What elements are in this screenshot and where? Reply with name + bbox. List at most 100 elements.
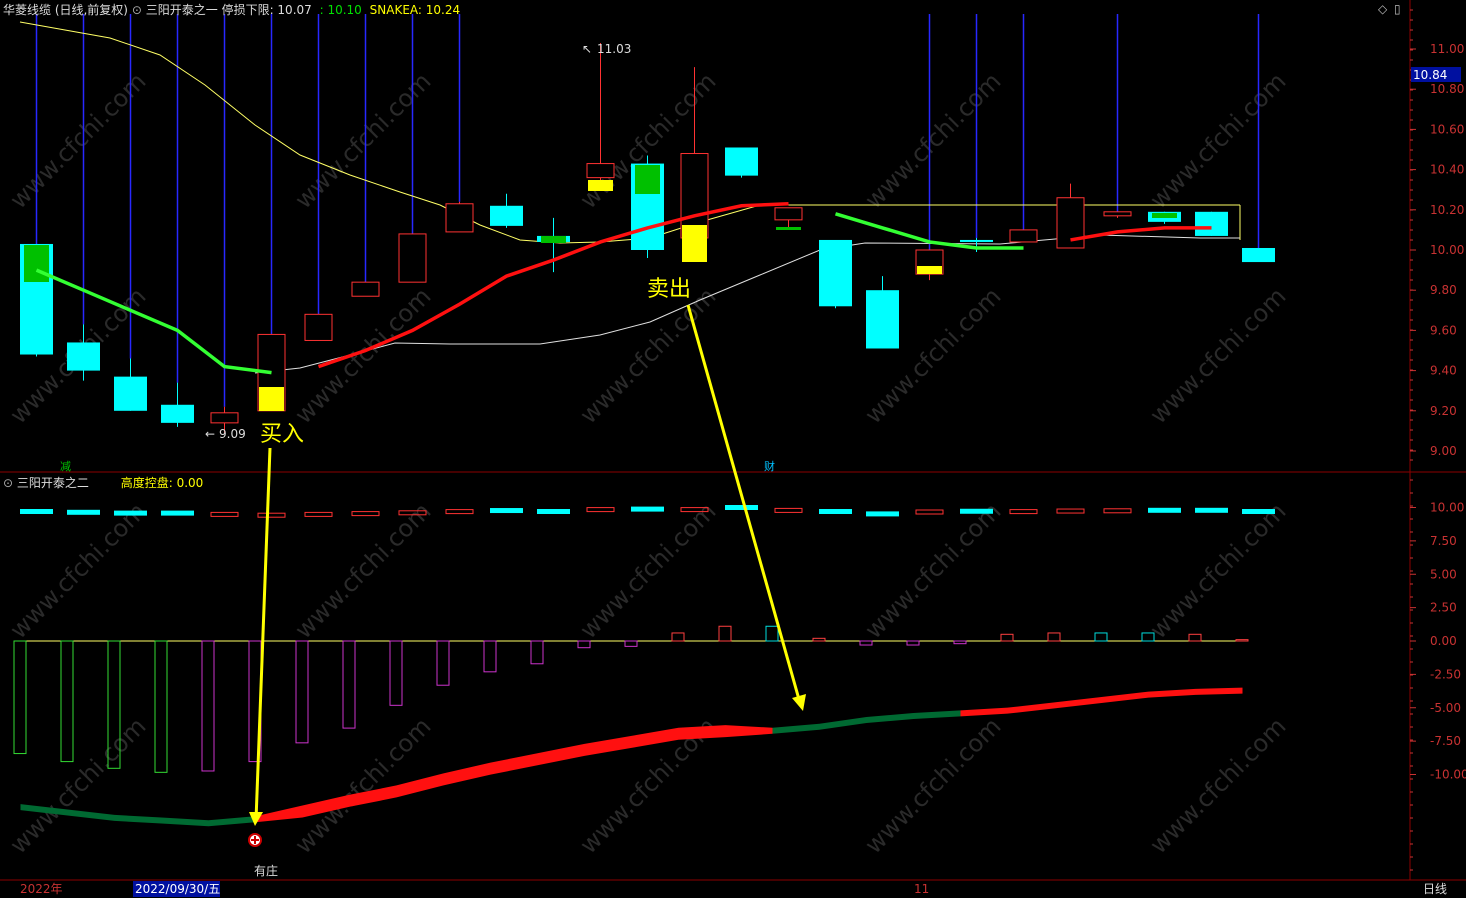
sub-mini-candle (631, 506, 664, 512)
snakea-label: SNAKEA: 10.24 (369, 3, 461, 17)
sub-mini-candle (586, 507, 615, 513)
high-marker: ↖ 11.03 (582, 42, 631, 56)
sub-histogram-bar (201, 640, 215, 772)
sub-histogram-bar (906, 640, 920, 646)
sub-mini-candle (161, 510, 194, 516)
candle-body-up (586, 163, 615, 179)
sub-histogram-bar (483, 640, 497, 673)
signal-block (259, 387, 284, 411)
signal-block (1152, 213, 1177, 218)
watermark-text: www.cfchi.com (4, 497, 151, 644)
candle-body-up (774, 207, 803, 221)
sub-indicator-axis: 10.00 7.50 5.00 2.50 0.00 -2.50 -5.00 -7.50 -10.… (1410, 479, 1466, 871)
sub-tick-label: -5.00 (1430, 701, 1461, 715)
sub-histogram-bar (1188, 633, 1202, 642)
sub-mini-candle (1009, 509, 1038, 515)
sub-mini-candle (114, 510, 147, 516)
watermark-text: www.cfchi.com (859, 497, 1006, 644)
sub-ribbon (960, 687, 1243, 717)
sub-mini-candle (1103, 508, 1132, 514)
sub-tick-label: -2.50 (1430, 667, 1461, 681)
candle-body-down (114, 376, 147, 411)
sell-label: 卖出 (647, 277, 691, 302)
stock-title: 华菱线缆 (日线,前复权) (3, 3, 128, 17)
sub-mini-candle (960, 508, 993, 514)
main-tick-label: 9.60 (1430, 323, 1457, 337)
event-jian[interactable]: 减 (60, 460, 71, 473)
sub-mini-candle (490, 508, 523, 514)
sub-mini-candle (1195, 507, 1228, 513)
kongpan-label: 高度控盘: 0.00 (120, 476, 204, 490)
sub-histogram-bar (1000, 633, 1014, 642)
sub-mini-candle (866, 511, 899, 517)
val2-label: : 10.10 (319, 3, 362, 17)
event-cai[interactable]: 财 (764, 459, 775, 473)
panel-toggle-icon[interactable]: ▯ (1394, 2, 1401, 16)
sub-mini-candle (257, 512, 286, 518)
candle-body-up (351, 281, 380, 297)
candle-body-down (960, 239, 993, 242)
sub-mini-candle (915, 509, 944, 515)
candle-body-up (304, 313, 333, 341)
youzhuang-label: 有庄 (254, 863, 278, 878)
low-label: 9.09 (219, 427, 246, 441)
sub-mini-candle (1242, 509, 1275, 514)
main-tick-label: 10.60 (1430, 122, 1464, 136)
sub-histogram-bar (953, 640, 967, 645)
sub-histogram-bar (60, 640, 74, 763)
watermark-text: www.cfchi.com (1144, 67, 1291, 214)
sub-mini-candle (819, 509, 852, 514)
watermark-text: www.cfchi.com (574, 497, 721, 644)
main-tick-label: 10.80 (1430, 82, 1464, 96)
main-tick-label: 10.20 (1430, 203, 1464, 217)
sub-mini-candle (537, 509, 570, 514)
diamond-icon[interactable]: ◇ (1378, 2, 1387, 16)
sub-histogram-bar (342, 640, 356, 729)
low-marker: ← 9.09 (205, 427, 246, 441)
sub-mini-candle (351, 511, 380, 517)
sub-tick-label: 0.00 (1430, 634, 1457, 648)
period-label[interactable]: 日线 (1423, 882, 1447, 896)
sub-mini-candle (1056, 508, 1085, 514)
sub-tick-label: 5.00 (1430, 567, 1457, 581)
watermark-text: www.cfchi.com (289, 282, 436, 429)
svg-text:↖: ↖ (582, 42, 592, 56)
sub-histogram-bar (154, 640, 168, 773)
candle-body-up (1056, 197, 1085, 249)
main-tick-label: 11.00 (1430, 42, 1464, 56)
settings-icon[interactable]: ⊙ (132, 3, 142, 17)
sub-header: ⊙ 三阳开泰之二 高度控盘: 0.00 (3, 474, 203, 491)
candle-body-down (819, 239, 852, 307)
watermark-text: www.cfchi.com (1144, 282, 1291, 429)
candle-body-up (1103, 211, 1132, 217)
watermark-text: www.cfchi.com (4, 67, 151, 214)
sub-mini-candle (445, 509, 474, 515)
sub-histogram-bar (13, 640, 27, 755)
main-tick-label: 10.00 (1430, 243, 1464, 257)
main-tick-label: 9.80 (1430, 283, 1457, 297)
sub-indicator-name[interactable]: 三阳开泰之二 (17, 476, 89, 490)
footer-year: 2022年 (20, 882, 63, 896)
watermark-text: www.cfchi.com (1144, 712, 1291, 859)
high-label: 11.03 (597, 42, 631, 56)
watermark-text: www.cfchi.com (859, 67, 1006, 214)
sub-histogram-bar (1141, 632, 1155, 642)
buy-label: 买入 (260, 422, 304, 447)
watermark-text: www.cfchi.com (289, 67, 436, 214)
sub-mini-candle (20, 509, 53, 514)
signal-block (635, 165, 660, 194)
watermark-text: www.cfchi.com (289, 497, 436, 644)
main-header: 华菱线缆 (日线,前复权) ⊙ 三阳开泰之一 停损下限: 10.07 : 10.… (3, 1, 460, 18)
sub-settings-icon[interactable]: ⊙ (3, 476, 13, 490)
candle-body-down (725, 147, 758, 176)
candle-body-down (490, 205, 523, 226)
sub-mini-candle (210, 511, 239, 517)
footer-date: 2022/09/30/五 (135, 882, 220, 896)
sub-tick-label: -7.50 (1430, 734, 1461, 748)
sub-histogram-bar (859, 640, 873, 646)
sub-histogram-bar (1047, 632, 1061, 642)
indicator-name[interactable]: 三阳开泰之一 (146, 3, 218, 17)
main-tick-label: 9.40 (1430, 364, 1457, 378)
stock-chart[interactable]: www.cfchi.com www.cfchi.com www.cfchi.com w… (0, 0, 1466, 898)
svg-text:←: ← (205, 427, 215, 441)
